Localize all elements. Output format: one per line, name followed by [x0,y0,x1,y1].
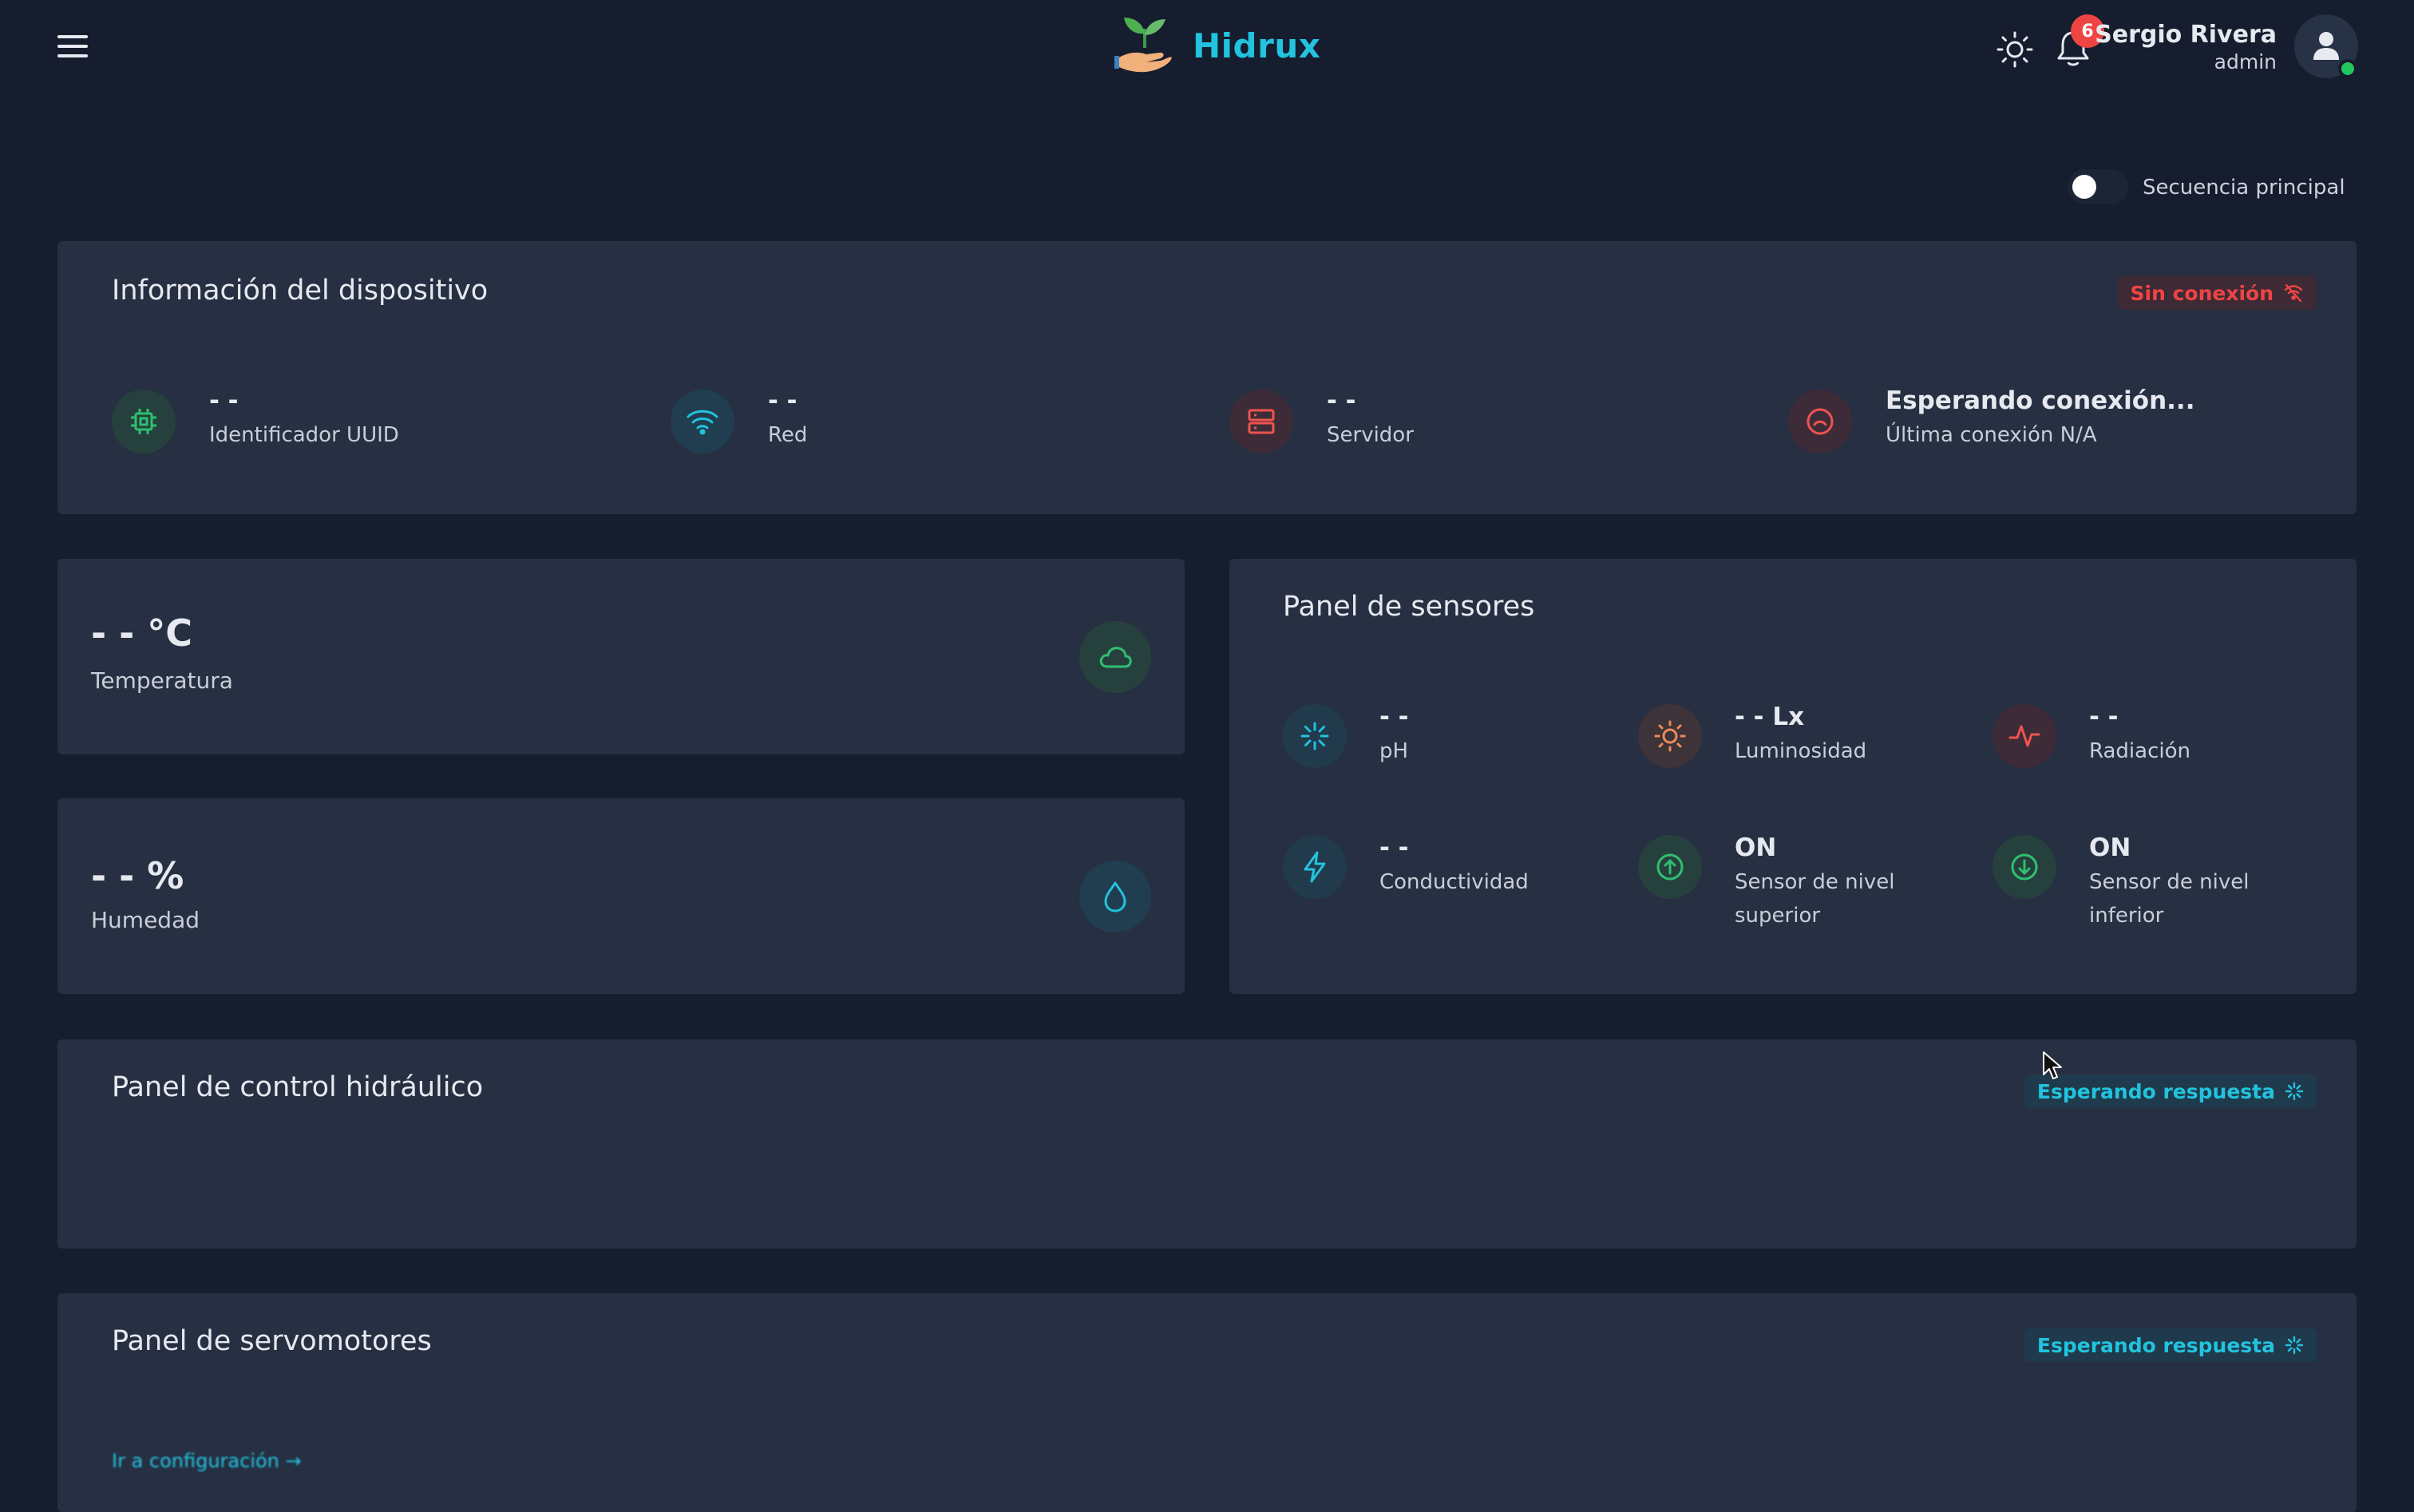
upper-level-label: Sensor de nivel superior [1735,865,1894,932]
humidity-card: - - % Humedad [57,798,1185,994]
main-sequence-label: Secuencia principal [2143,176,2345,200]
top-bar: Hidrux 6 Sergio Rivera admin [0,0,2414,94]
ph-label: pH [1379,739,1409,763]
online-status-dot [2338,59,2357,78]
server-value: - - [1327,386,1356,415]
loader-icon [1283,704,1347,768]
sensors-title: Panel de sensores [1283,591,1535,623]
luminosity-value: - - Lx [1735,703,1805,731]
wifi-icon [671,390,734,453]
sun-icon [1996,31,2033,68]
droplet-icon [1079,861,1151,932]
toggle-knob [2072,175,2096,199]
loader-icon [2285,1336,2304,1355]
ph-value: - - [1379,703,1409,731]
temperature-card: - - °C Temperatura [57,559,1185,754]
arrow-up-circle-icon [1638,835,1702,899]
logo-icon [1114,18,1172,73]
radiation-label: Radiación [2089,739,2190,763]
disconnected-icon [1788,390,1852,453]
go-to-config-link[interactable]: Ir a configuración → [112,1450,302,1472]
network-value: - - [768,386,797,415]
wifi-off-icon [2284,283,2303,303]
device-info-title: Información del dispositivo [112,275,489,307]
temperature-label: Temperatura [91,667,233,694]
connection-status-badge: Sin conexión [2117,276,2317,310]
connection-status-text: Sin conexión [2130,281,2274,305]
lower-level-label: Sensor de nivel inferior [2089,865,2249,932]
servomotors-status-badge: Esperando respuesta [2024,1328,2317,1362]
hydraulic-title: Panel de control hidráulico [112,1071,484,1103]
server-label: Servidor [1327,423,1414,447]
activity-icon [1993,704,2056,768]
luminosity-icon [1638,704,1702,768]
main-sequence-toggle[interactable] [2068,169,2128,204]
lower-level-label-line1: Sensor de nivel [2089,870,2250,894]
theme-toggle-button[interactable] [1996,30,2034,69]
humidity-label: Humedad [91,907,200,933]
last-connection-value: Esperando conexión... [1886,386,2195,415]
server-icon [1229,390,1293,453]
conductivity-value: - - [1379,833,1409,862]
user-icon [2313,32,2339,60]
hydraulic-status-text: Esperando respuesta [2036,1079,2275,1103]
conductivity-label: Conductividad [1379,870,1529,894]
network-label: Red [768,423,808,447]
mouse-cursor-icon [2043,1051,2062,1079]
user-name: Sergio Rivera [2095,21,2277,49]
chip-icon [112,390,176,453]
hydraulic-control-card: Panel de control hidráulico Esperando re… [57,1039,2357,1249]
servomotors-title: Panel de servomotores [112,1325,432,1357]
brand[interactable]: Hidrux [1114,16,1320,75]
menu-icon[interactable] [57,35,88,59]
luminosity-label: Luminosidad [1735,739,1867,763]
humidity-value: - - % [91,854,184,897]
upper-level-label-line1: Sensor de nivel [1735,870,1895,894]
upper-level-value: ON [1735,833,1777,862]
servomotors-status-text: Esperando respuesta [2036,1333,2275,1357]
user-role: admin [2214,50,2277,73]
hydraulic-status-badge: Esperando respuesta [2024,1075,2317,1108]
sensors-card: Panel de sensores - - pH - - Lx Luminosi… [1229,559,2357,994]
arrow-down-circle-icon [1993,835,2056,899]
brand-name: Hidrux [1193,26,1321,65]
loader-icon [2285,1082,2304,1101]
user-info[interactable]: Sergio Rivera admin [2095,21,2277,73]
uuid-value: - - [209,386,239,415]
last-connection-label: Última conexión N/A [1886,423,2097,447]
bolt-icon [1283,835,1347,899]
servomotors-card: Panel de servomotores Esperando respuest… [57,1293,2357,1512]
lower-level-label-line2: inferior [2089,904,2164,928]
cloud-icon [1079,621,1151,693]
lower-level-value: ON [2089,833,2131,862]
upper-level-label-line2: superior [1735,904,1821,928]
uuid-label: Identificador UUID [209,423,399,447]
temperature-value: - - °C [91,612,192,655]
radiation-value: - - [2089,703,2119,731]
device-info-card: Información del dispositivo Sin conexión… [57,241,2357,514]
